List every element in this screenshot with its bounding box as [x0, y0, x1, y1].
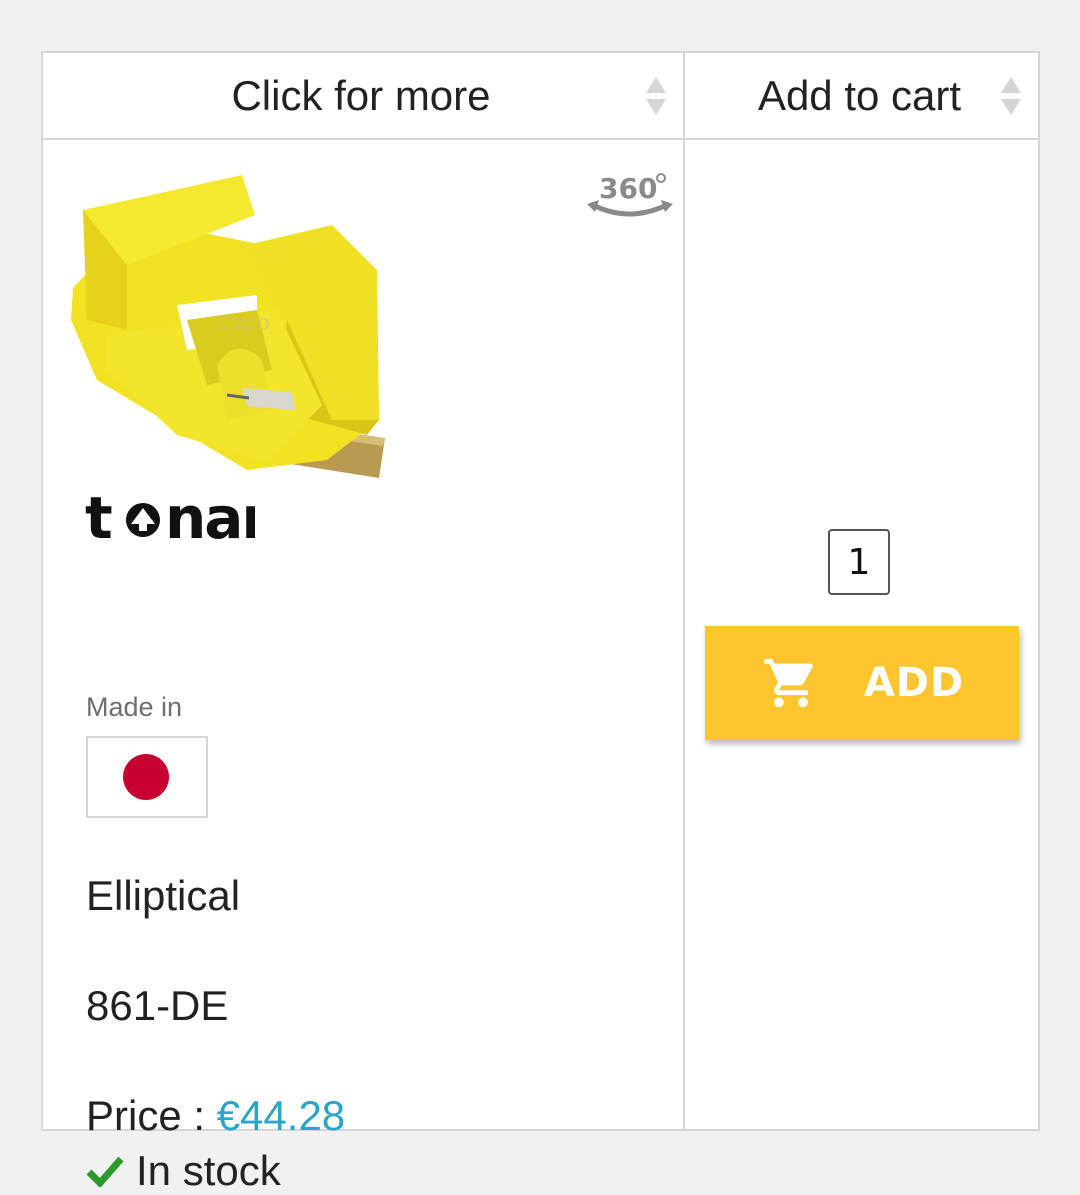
add-button-label: ADD — [863, 660, 965, 706]
cart-icon — [764, 658, 813, 708]
column-header-add-to-cart[interactable]: Add to cart — [685, 53, 1038, 138]
add-to-cart-cell: ADD — [685, 140, 1038, 1129]
brand-logo: t nar — [85, 488, 255, 548]
sort-icon[interactable] — [645, 75, 667, 117]
flag-sun — [123, 754, 169, 800]
view-360-icon[interactable]: 360 — [585, 168, 675, 224]
column-header-label: Click for more — [231, 71, 491, 119]
column-header-click-for-more[interactable]: Click for more — [43, 53, 683, 138]
model-number: 861-DE — [86, 982, 229, 1029]
made-in-label: Made in — [86, 692, 183, 722]
japan-flag-icon — [86, 736, 208, 818]
svg-text:360: 360 — [599, 172, 657, 205]
sort-icon[interactable] — [1000, 75, 1022, 117]
product-cell: Capo 360 t nar Made in Elliptical 861-DE… — [43, 140, 683, 1194]
stock-status: In stock — [86, 1147, 281, 1195]
checkmark-icon — [86, 1156, 124, 1187]
stylus-type: Elliptical — [86, 872, 241, 919]
table-header: Click for more Add to cart — [43, 53, 1038, 140]
product-comparison-table: Click for more Add to cart Capo 360 t na… — [41, 51, 1040, 1194]
stock-status-label: In stock — [136, 1147, 281, 1194]
svg-text:nar: nar — [165, 488, 255, 548]
add-to-cart-button[interactable]: ADD — [705, 626, 1019, 740]
svg-text:t: t — [85, 488, 112, 548]
price-row: Price : €44.28 — [86, 1092, 345, 1140]
price-label: Price : — [86, 1092, 206, 1139]
column-header-label: Add to cart — [757, 71, 962, 119]
svg-text:Capo: Capo — [217, 310, 270, 335]
price-value: €44.28 — [216, 1092, 346, 1139]
quantity-input[interactable] — [828, 529, 890, 595]
product-image[interactable]: Capo — [67, 170, 397, 480]
